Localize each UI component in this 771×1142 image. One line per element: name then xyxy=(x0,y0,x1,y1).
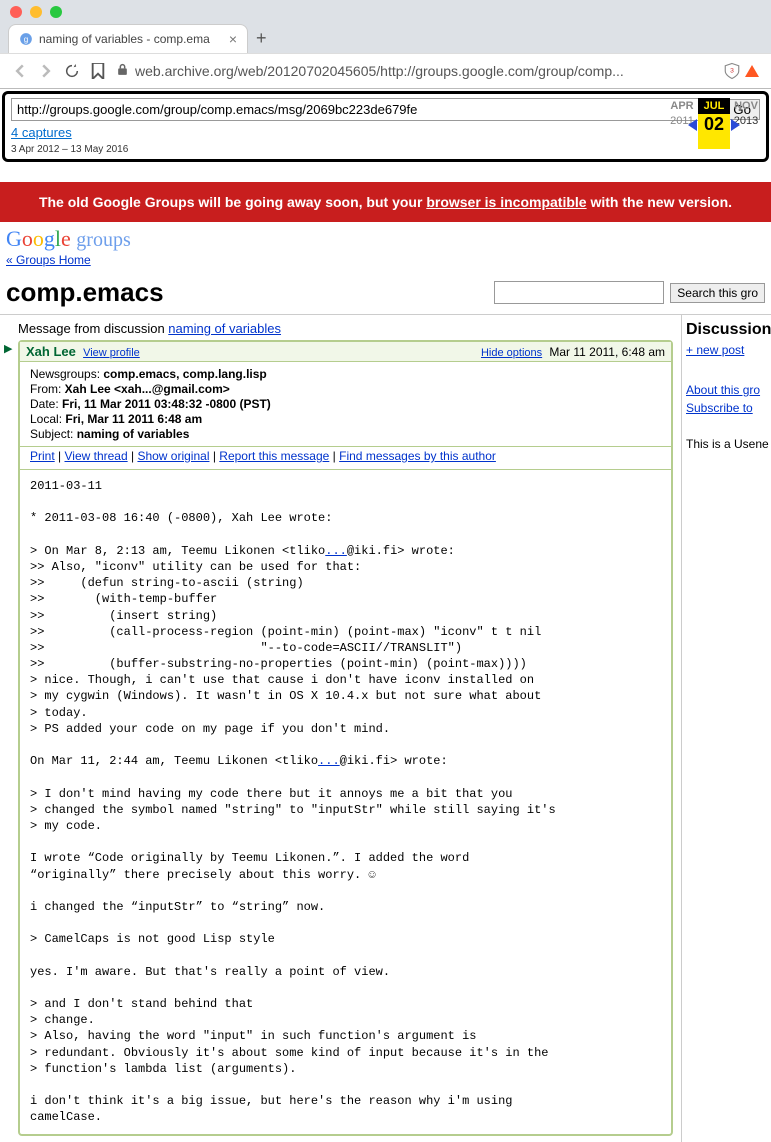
lock-icon xyxy=(116,63,129,79)
tab-close-icon[interactable]: × xyxy=(229,31,237,47)
post-author: Xah Lee xyxy=(26,344,76,359)
group-search-button[interactable]: Search this gro xyxy=(670,283,765,303)
main-column: Message from discussion naming of variab… xyxy=(0,315,681,1142)
address-bar[interactable]: web.archive.org/web/20120702045605/http:… xyxy=(116,63,713,79)
browser-incompatible-link[interactable]: browser is incompatible xyxy=(426,194,586,210)
post-date: Mar 11 2011, 6:48 am xyxy=(549,345,665,359)
browser-tab[interactable]: g naming of variables - comp.ema × xyxy=(8,24,248,53)
wayback-url-input[interactable] xyxy=(11,98,718,121)
ublock-icon[interactable]: 3 xyxy=(723,62,741,80)
prev-snapshot-icon[interactable] xyxy=(688,119,697,131)
sidebar-heading: Discussion xyxy=(686,321,767,339)
toolbar: web.archive.org/web/20120702045605/http:… xyxy=(0,53,771,88)
report-link[interactable]: Report this message xyxy=(219,449,329,463)
groups-home-link[interactable]: « Groups Home xyxy=(6,253,91,267)
subscribe-link[interactable]: Subscribe to xyxy=(686,401,753,415)
brave-icon[interactable] xyxy=(745,65,759,77)
post-body: 2011-03-11 * 2011-03-08 16:40 (-0800), X… xyxy=(20,470,671,1134)
email-ellipsis-link[interactable]: ... xyxy=(318,754,340,768)
post: Xah Lee View profile Hide options Mar 11… xyxy=(18,340,673,1136)
back-button[interactable] xyxy=(12,63,28,79)
bookmark-icon[interactable] xyxy=(90,63,106,79)
sidebar: Discussion + new post About this gro Sub… xyxy=(681,315,771,1142)
tab-title: naming of variables - comp.ema xyxy=(39,32,223,46)
post-header: Xah Lee View profile Hide options Mar 11… xyxy=(20,342,671,362)
print-link[interactable]: Print xyxy=(30,449,55,463)
extensions: 3 xyxy=(723,62,759,80)
group-title-row: comp.emacs Search this gro xyxy=(0,271,771,315)
group-title: comp.emacs xyxy=(6,277,164,308)
google-groups-logo[interactable]: Google groups xyxy=(6,226,765,252)
post-meta: Newsgroups: comp.emacs, comp.lang.lisp F… xyxy=(20,362,671,447)
expand-arrow-icon[interactable]: ▶ xyxy=(4,342,12,355)
message-from-line: Message from discussion naming of variab… xyxy=(18,321,681,336)
view-profile-link[interactable]: View profile xyxy=(83,347,140,359)
svg-text:g: g xyxy=(24,35,29,44)
svg-text:3: 3 xyxy=(730,68,734,75)
window-close-button[interactable] xyxy=(10,6,22,18)
usenet-note: This is a Usene xyxy=(686,437,767,451)
wayback-calendar: APR 2011 JUL 02 2012 NOV 2013 xyxy=(666,98,762,149)
tab-bar: g naming of variables - comp.ema × + xyxy=(0,24,771,53)
captures-range: 3 Apr 2012 – 13 May 2016 xyxy=(11,144,128,155)
group-search-input[interactable] xyxy=(494,281,664,304)
view-thread-link[interactable]: View thread xyxy=(64,449,127,463)
incompatible-banner: The old Google Groups will be going away… xyxy=(0,182,771,222)
google-groups-favicon-icon: g xyxy=(19,32,33,46)
thread-link[interactable]: naming of variables xyxy=(168,321,281,336)
window-maximize-button[interactable] xyxy=(50,6,62,18)
window-controls xyxy=(0,0,771,24)
new-tab-button[interactable]: + xyxy=(248,24,275,53)
hide-options-link[interactable]: Hide options xyxy=(481,347,542,359)
wayback-toolbar: Go 4 captures 3 Apr 2012 – 13 May 2016 A… xyxy=(2,91,769,162)
browser-chrome: g naming of variables - comp.ema × + web… xyxy=(0,0,771,89)
window-minimize-button[interactable] xyxy=(30,6,42,18)
groups-header: Google groups « Groups Home xyxy=(0,222,771,271)
new-post-link[interactable]: + new post xyxy=(686,343,744,357)
forward-button[interactable] xyxy=(38,63,54,79)
url-text: web.archive.org/web/20120702045605/http:… xyxy=(135,63,624,79)
show-original-link[interactable]: Show original xyxy=(137,449,209,463)
reload-button[interactable] xyxy=(64,63,80,79)
captures-link[interactable]: 4 captures xyxy=(11,125,72,140)
post-action-links: Print | View thread | Show original | Re… xyxy=(20,447,671,470)
next-snapshot-icon[interactable] xyxy=(731,119,740,131)
email-ellipsis-link[interactable]: ... xyxy=(325,544,347,558)
find-messages-link[interactable]: Find messages by this author xyxy=(339,449,496,463)
about-group-link[interactable]: About this gro xyxy=(686,383,760,397)
month-jul[interactable]: JUL 02 2012 xyxy=(698,98,730,149)
